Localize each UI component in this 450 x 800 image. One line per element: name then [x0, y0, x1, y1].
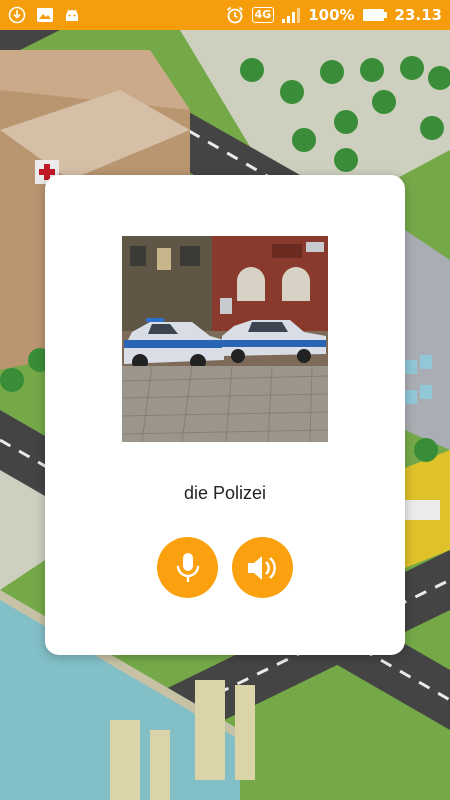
speaker-button[interactable] [232, 537, 293, 598]
speaker-icon [245, 552, 281, 584]
status-bar: 4G 100% 23.13 [0, 0, 450, 30]
mic-icon [174, 551, 202, 585]
vocabulary-word: die Polizei [183, 483, 267, 503]
network-type: 4G [251, 7, 275, 23]
word-image [122, 236, 328, 442]
battery-icon [362, 8, 388, 22]
download-icon [8, 6, 26, 24]
alarm-icon [225, 5, 245, 25]
battery-percent: 100% [308, 6, 355, 24]
image-icon [36, 7, 54, 23]
signal-icon [281, 6, 301, 24]
vocabulary-card: die Polizei [45, 175, 405, 655]
clock-time: 23.13 [394, 6, 442, 24]
microphone-button[interactable] [157, 537, 218, 598]
android-icon [64, 7, 80, 23]
